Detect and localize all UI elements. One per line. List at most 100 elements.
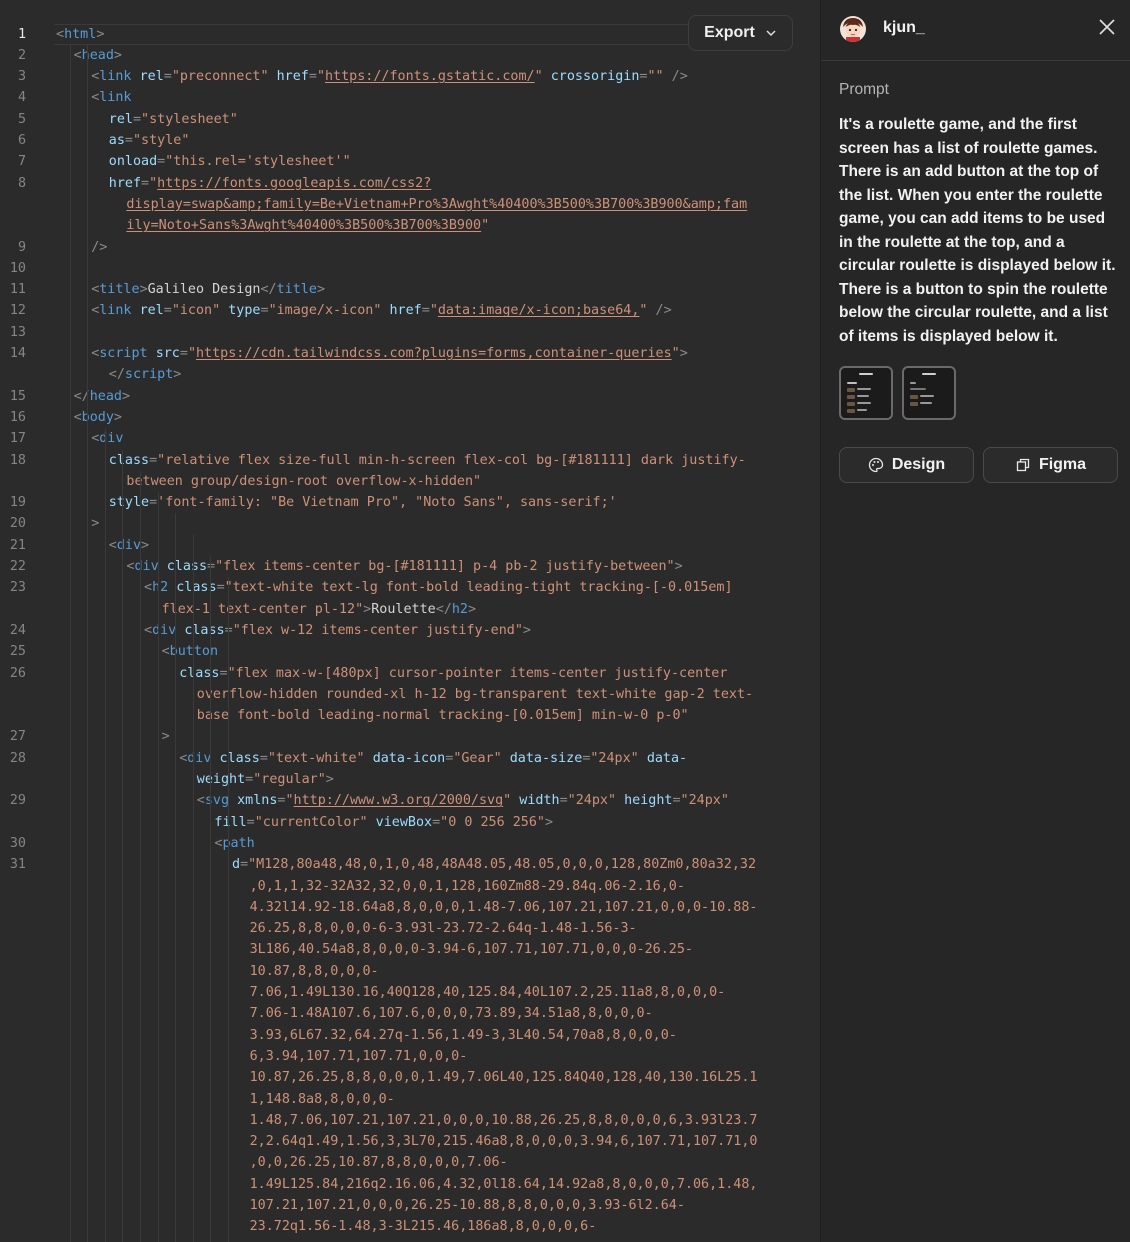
code-token: src xyxy=(155,346,180,361)
code-token: "text-white" xyxy=(267,750,365,766)
code-line: </head> xyxy=(74,386,130,407)
code-line: display=swap&amp;family=Be+Vietnam+Pro%3… xyxy=(126,194,747,215)
code-token: href xyxy=(389,303,422,319)
code-token: > xyxy=(113,409,122,425)
code-token: href xyxy=(276,69,309,85)
screenshot-thumbnail-1[interactable] xyxy=(839,366,893,420)
code-token: class xyxy=(179,665,220,681)
code-line: <h2 class="text-white text-lg font-bold … xyxy=(144,577,733,598)
code-token: "flex w-12 items-center justify-end" xyxy=(232,622,523,638)
code-token: = xyxy=(124,133,133,148)
figma-button[interactable]: Figma xyxy=(983,447,1118,483)
code-token: "" xyxy=(647,69,664,85)
code-line: flex-1 text-center pl-12">Roulette</h2> xyxy=(162,599,476,620)
code-token: onload xyxy=(108,154,158,170)
code-token: 6,3.94,107.71,107.71,0,0,0- xyxy=(249,1048,468,1064)
code-token: class xyxy=(184,622,225,638)
code-token: div xyxy=(99,431,124,447)
line-number: 15 xyxy=(9,388,26,404)
code-token: https://fonts.gstatic.com/ xyxy=(325,69,535,85)
code-line: <link xyxy=(91,87,131,108)
code-token: = xyxy=(179,346,188,361)
copy-frames-icon xyxy=(1016,458,1030,472)
close-icon xyxy=(1099,19,1115,35)
code-editor[interactable]: 1 2 3 4 5 6 7 8 9 10 11 12 13 14 15 16 17 18 19 20 21 22 23 24 2… xyxy=(0,0,820,1242)
design-button[interactable]: Design xyxy=(839,447,974,483)
code-token: fill xyxy=(214,814,247,830)
code-token: = xyxy=(672,793,681,809)
code-token: "24px" xyxy=(680,793,729,809)
screenshot-thumbnail-2[interactable] xyxy=(902,366,956,420)
code-line: <head> xyxy=(74,45,122,66)
code-token: class xyxy=(166,559,208,574)
code-token: = xyxy=(246,814,255,830)
code-token: /> xyxy=(655,303,672,319)
code-line: 7.06-1.48A107.6,107.6,0,0,0,73.89,34.51a… xyxy=(250,1003,653,1024)
code-token: as xyxy=(108,133,125,148)
code-line: overflow-hidden rounded-xl h-12 bg-trans… xyxy=(197,684,753,705)
code-token: = xyxy=(260,303,269,319)
code-token: xmlns xyxy=(237,793,278,809)
code-token: weight xyxy=(196,772,246,787)
code-line: 23.72q1.56-1.48,3-3L215.46,186a8,8,0,0,0… xyxy=(250,1216,597,1237)
avatar[interactable] xyxy=(840,16,866,42)
code-line: 7.06,1.49L130.16,40Q128,40,125.84,40L107… xyxy=(250,982,726,1003)
code-token: " xyxy=(187,346,196,361)
close-button[interactable] xyxy=(1097,17,1117,37)
line-number: 14 xyxy=(9,346,26,361)
indent-guide xyxy=(140,470,141,1242)
code-token: script xyxy=(124,367,174,383)
export-button[interactable]: Export xyxy=(688,15,793,51)
code-line: ,0,1,1,32-32A32,32,0,0,1,128,160Zm88-29.… xyxy=(250,876,685,897)
code-token: < xyxy=(56,26,65,42)
code-line: 6,3.94,107.71,107.71,0,0,0- xyxy=(250,1046,468,1067)
code-line: 4.32l14.92-18.64a8,8,0,0,0,1.48-7.06,107… xyxy=(250,897,758,918)
code-token: 107.21,107.21,0,0,0,26.25-10.88,8,8,0,0,… xyxy=(249,1198,685,1213)
line-number: 8 xyxy=(17,175,26,191)
code-token: = xyxy=(163,69,172,85)
code-token: 3.93,6L67.32,64.27q-1.56,1.49-3,3L40.54,… xyxy=(249,1027,677,1043)
code-line: class="flex max-w-[480px] cursor-pointer… xyxy=(179,663,727,684)
code-line: href="https://fonts.googleapis.com/css2? xyxy=(109,173,431,194)
code-token: link xyxy=(99,69,132,85)
code-token: ily=Noto+Sans%3Awght%40400%3B500%3B700%3… xyxy=(126,218,482,234)
code-token: html xyxy=(64,26,97,42)
code-token: > xyxy=(161,729,170,745)
code-token: between group/design-root overflow-x-hid… xyxy=(126,473,482,489)
code-token: = xyxy=(259,750,268,766)
code-token: viewBox xyxy=(375,814,433,830)
code-token: head xyxy=(89,388,122,404)
code-line: 107.21,107.21,0,0,0,26.25-10.88,8,8,0,0,… xyxy=(250,1195,685,1216)
code-line: <div> xyxy=(109,535,149,556)
code-token: > xyxy=(544,814,554,830)
line-number: 29 xyxy=(9,793,26,809)
code-token: 1.49L125.84,216q2.16.06,4.32,0l18.64,14.… xyxy=(249,1176,758,1192)
code-line: weight="regular"> xyxy=(197,769,334,790)
code-token: link xyxy=(99,90,132,106)
line-number: 11 xyxy=(9,282,26,298)
code-line: 2,2.64q1.49,1.56,3,3L70,215.46a8,8,0,0,0… xyxy=(250,1131,758,1152)
code-token: height xyxy=(624,793,673,809)
code-line: 3.93,6L67.32,64.27q-1.56,1.49-3,3L40.54,… xyxy=(250,1025,677,1046)
line-number: 16 xyxy=(9,409,26,425)
code-token: http://www.w3.org/2000/svg xyxy=(293,793,504,809)
line-number: 1 xyxy=(17,26,26,42)
code-line: > xyxy=(162,726,170,747)
code-token: > xyxy=(316,282,325,298)
code-token: < xyxy=(108,537,117,553)
code-line: rel="stylesheet" xyxy=(109,109,238,130)
code-token: " xyxy=(534,69,543,85)
code-token: data-icon xyxy=(372,750,446,766)
code-token: > xyxy=(91,516,100,532)
code-token: data:image/x-icon;base64, xyxy=(437,303,640,319)
code-area[interactable]: <html> <head> <link rel="preconnect" href=… xyxy=(42,0,820,1242)
code-token: h2 xyxy=(451,601,468,617)
code-token: "this.rel='stylesheet'" xyxy=(165,154,351,170)
line-number: 10 xyxy=(9,260,26,276)
code-token: < xyxy=(73,47,82,63)
indent-guide xyxy=(175,513,177,1242)
